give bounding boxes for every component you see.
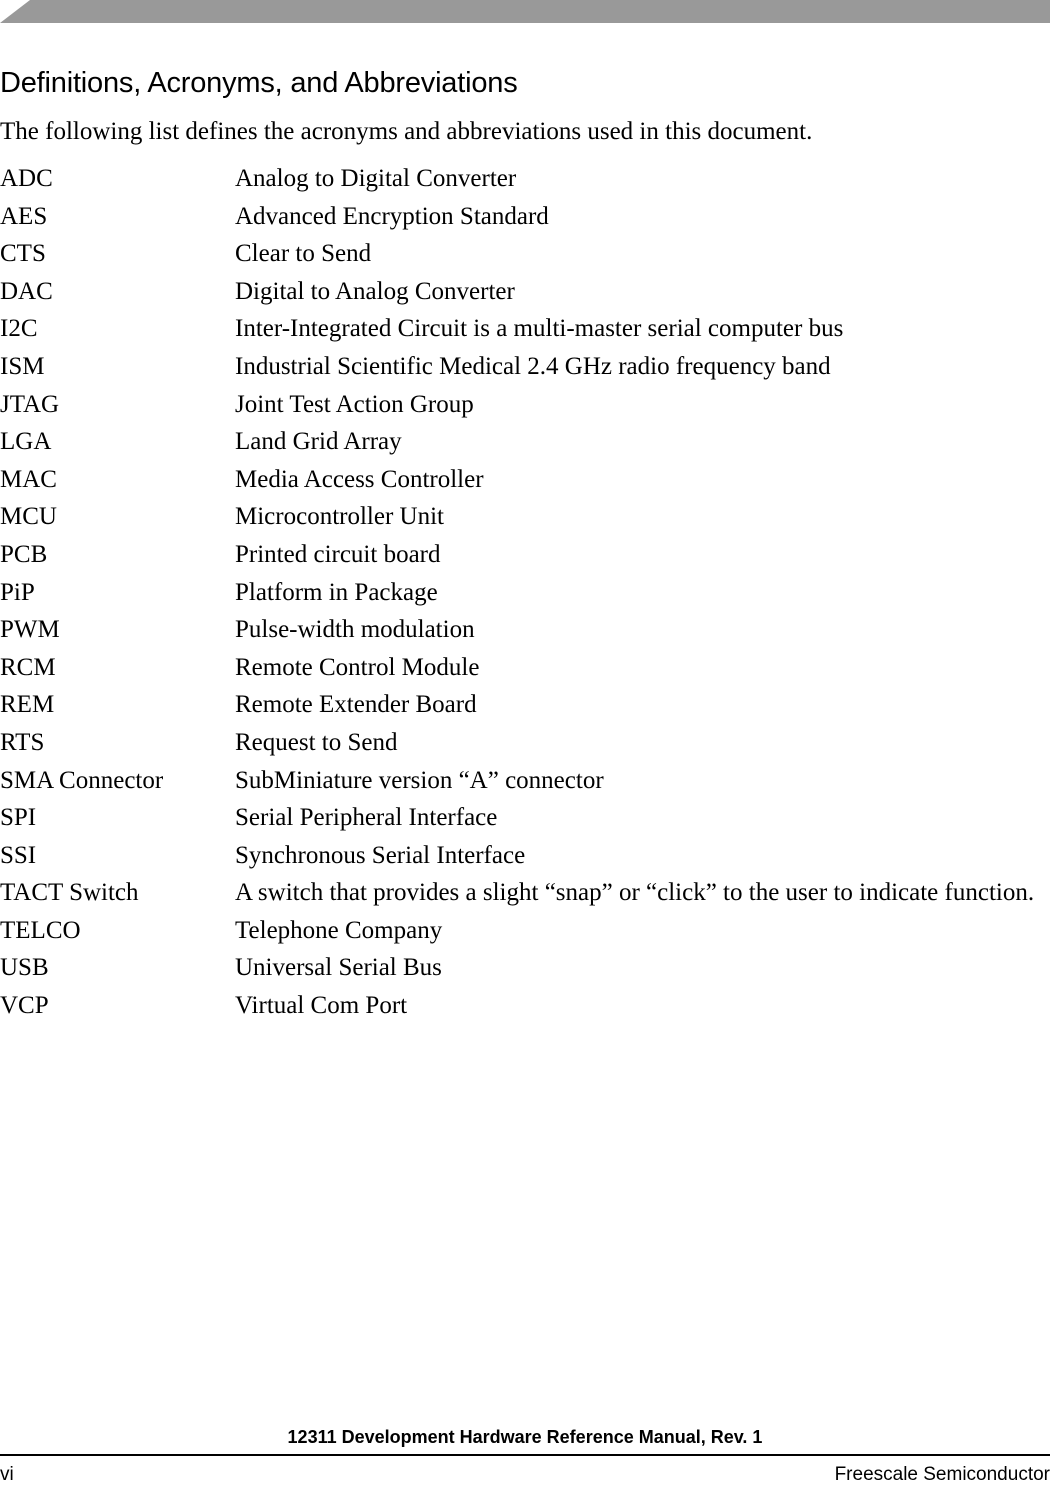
definition-row: REM Remote Extender Board: [0, 686, 1050, 724]
definition-row: JTAG Joint Test Action Group: [0, 386, 1050, 424]
definition-description: Platform in Package: [235, 578, 438, 606]
definition-description: Inter-Integrated Circuit is a multi-mast…: [235, 315, 844, 343]
definition-row: MCU Microcontroller Unit: [0, 498, 1050, 536]
definition-term: RTS: [0, 728, 45, 756]
definition-description: Virtual Com Port: [235, 992, 408, 1020]
definition-description: Pulse-width modulation: [235, 616, 475, 644]
definition-row: SMA Connector SubMiniature version “A” co…: [0, 762, 1050, 800]
definition-description: Request to Send: [235, 728, 398, 756]
definitions-list: ADC Analog to Digital Converter AES Advance…: [0, 160, 1050, 1025]
definition-description: Microcontroller Unit: [235, 503, 444, 531]
definition-row: USB Universal Serial Bus: [0, 949, 1050, 987]
definition-row: I2C Inter-Integrated Circuit is a multi-m…: [0, 310, 1050, 348]
footer-bottom-row: vi Freescale Semiconductor: [0, 1456, 1050, 1493]
definition-row: CTS Clear to Send: [0, 235, 1050, 273]
definition-description: Industrial Scientific Medical 2.4 GHz ra…: [235, 352, 831, 380]
intro-paragraph: The following list defines the acronyms …: [0, 118, 813, 145]
definition-term: AES: [0, 202, 48, 230]
definition-row: SPI Serial Peripheral Interface: [0, 799, 1050, 837]
definition-term: ADC: [0, 165, 53, 192]
header-decoration-bar: [0, 0, 1050, 23]
definition-row: ADC Analog to Digital Converter: [0, 160, 1050, 198]
definition-description: Land Grid Array: [235, 428, 402, 456]
definition-row: RCM Remote Control Module: [0, 649, 1050, 687]
definition-description: Serial Peripheral Interface: [235, 804, 498, 832]
definition-term: USB: [0, 954, 49, 982]
definition-term: ISM: [0, 352, 45, 380]
definition-row: PWM Pulse-width modulation: [0, 611, 1050, 649]
definition-row: TACT Switch A switch that provides a slig…: [0, 874, 1050, 912]
definition-row: LGA Land Grid Array: [0, 423, 1050, 461]
definition-description: Media Access Controller: [235, 465, 484, 493]
definition-term: PWM: [0, 616, 60, 644]
definition-term: LGA: [0, 428, 52, 456]
definition-term: SMA Connector: [0, 766, 164, 794]
definition-term: MAC: [0, 465, 57, 493]
definition-row: RTS Request to Send: [0, 724, 1050, 762]
page-footer: 12311 Development Hardware Reference Man…: [0, 1426, 1050, 1493]
page-title: Definitions, Acronyms, and Abbreviations: [0, 67, 518, 99]
definition-description: Digital to Analog Converter: [235, 277, 515, 305]
page-content: Definitions, Acronyms, and Abbreviations…: [0, 66, 1050, 1025]
definition-row: VCP Virtual Com Port: [0, 987, 1050, 1025]
definition-description: Remote Extender Board: [235, 691, 477, 719]
footer-manual-title: 12311 Development Hardware Reference Man…: [287, 1427, 763, 1447]
footer-company-name: Freescale Semiconductor: [834, 1464, 1050, 1485]
definition-description: Joint Test Action Group: [235, 390, 474, 418]
definition-row: SSI Synchronous Serial Interface: [0, 837, 1050, 875]
definition-row: DAC Digital to Analog Converter: [0, 273, 1050, 311]
footer-page-number: vi: [0, 1464, 14, 1485]
definition-row: ISM Industrial Scientific Medical 2.4 GHz…: [0, 348, 1050, 386]
definition-term: RCM: [0, 653, 56, 681]
definition-row: TELCO Telephone Company: [0, 912, 1050, 950]
definition-description: SubMiniature version “A” connector: [235, 766, 604, 794]
definition-description: Clear to Send: [235, 240, 372, 268]
definition-description: Analog to Digital Converter: [235, 165, 517, 192]
definition-description: Universal Serial Bus: [235, 954, 442, 982]
definition-row: AES Advanced Encryption Standard: [0, 198, 1050, 236]
definition-description: Remote Control Module: [235, 653, 480, 681]
definition-term: JTAG: [0, 390, 60, 418]
definition-term: PiP: [0, 578, 35, 606]
document-page: Definitions, Acronyms, and Abbreviations…: [0, 0, 1050, 1493]
definition-term: CTS: [0, 240, 46, 268]
definition-term: TELCO: [0, 916, 81, 944]
definition-term: PCB: [0, 540, 48, 568]
definition-term: VCP: [0, 992, 49, 1020]
definition-row: PCB Printed circuit board: [0, 536, 1050, 574]
definition-row: MAC Media Access Controller: [0, 461, 1050, 499]
definition-term: TACT Switch: [0, 879, 139, 907]
definition-term: MCU: [0, 503, 57, 531]
definition-description: A switch that provides a slight “snap” o…: [235, 879, 1035, 907]
definition-description: Printed circuit board: [235, 540, 441, 568]
definition-description: Synchronous Serial Interface: [235, 841, 526, 869]
definition-description: Advanced Encryption Standard: [235, 202, 549, 230]
definition-term: I2C: [0, 315, 38, 343]
definition-term: DAC: [0, 277, 53, 305]
definition-term: REM: [0, 691, 55, 719]
definition-term: SPI: [0, 804, 37, 832]
definition-term: SSI: [0, 841, 37, 869]
definition-description: Telephone Company: [235, 916, 443, 944]
definition-row: PiP Platform in Package: [0, 574, 1050, 612]
